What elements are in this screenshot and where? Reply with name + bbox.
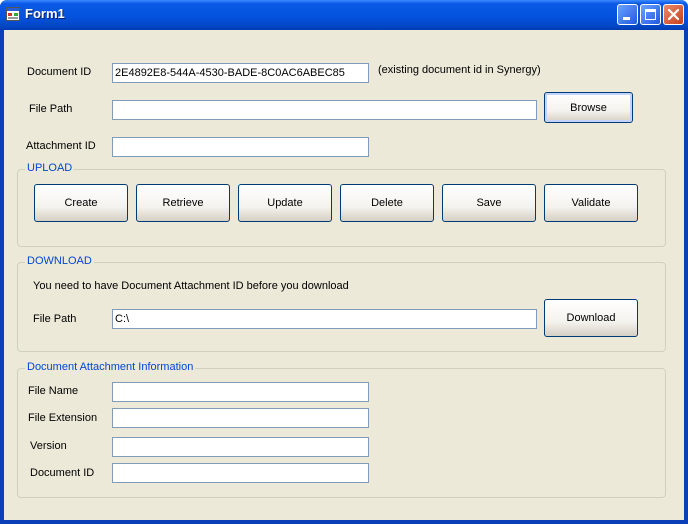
form-client-area: Document ID (existing document id in Syn… (4, 30, 684, 520)
title-bar[interactable]: Form1 (0, 0, 688, 30)
validate-button[interactable]: Validate (544, 184, 638, 222)
upload-group: UPLOAD Create Retrieve Update Delete Sav… (17, 162, 666, 247)
update-button[interactable]: Update (238, 184, 332, 222)
browse-button[interactable]: Browse (544, 92, 633, 123)
download-group-title: DOWNLOAD (25, 255, 94, 267)
file-extension-label: File Extension (28, 412, 98, 424)
version-input[interactable] (112, 437, 369, 457)
create-button[interactable]: Create (34, 184, 128, 222)
attachment-info-group: Document Attachment Information File Nam… (17, 361, 666, 498)
document-id-hint: (existing document id in Synergy) (378, 64, 541, 76)
close-icon (667, 8, 680, 21)
maximize-icon (645, 9, 656, 20)
file-name-input[interactable] (112, 382, 369, 402)
version-label: Version (30, 440, 67, 452)
attachment-info-group-title: Document Attachment Information (25, 361, 196, 373)
download-note: You need to have Document Attachment ID … (33, 280, 349, 292)
document-id-input[interactable] (112, 63, 369, 83)
file-name-label: File Name (28, 385, 79, 397)
maximize-button[interactable] (640, 4, 661, 25)
download-group: DOWNLOAD You need to have Document Attac… (17, 255, 666, 352)
document-id-label: Document ID (27, 66, 92, 78)
retrieve-button[interactable]: Retrieve (136, 184, 230, 222)
minimize-icon (623, 17, 630, 20)
download-file-path-label: File Path (33, 313, 77, 325)
upload-group-title: UPLOAD (25, 162, 75, 174)
download-file-path-input[interactable] (112, 309, 537, 329)
minimize-button[interactable] (617, 4, 638, 25)
save-button[interactable]: Save (442, 184, 536, 222)
attachment-id-label: Attachment ID (26, 140, 96, 152)
info-document-id-label: Document ID (30, 467, 95, 479)
download-button[interactable]: Download (544, 299, 638, 337)
delete-button[interactable]: Delete (340, 184, 434, 222)
window-title: Form1 (25, 6, 65, 21)
attachment-id-input[interactable] (112, 137, 369, 157)
app-icon[interactable] (6, 7, 20, 21)
file-path-input[interactable] (112, 100, 537, 120)
file-extension-input[interactable] (112, 408, 369, 428)
close-button[interactable] (663, 4, 684, 25)
form-window: Form1 Document ID (existing document id … (0, 0, 688, 524)
info-document-id-input[interactable] (112, 463, 369, 483)
file-path-label: File Path (29, 103, 73, 115)
